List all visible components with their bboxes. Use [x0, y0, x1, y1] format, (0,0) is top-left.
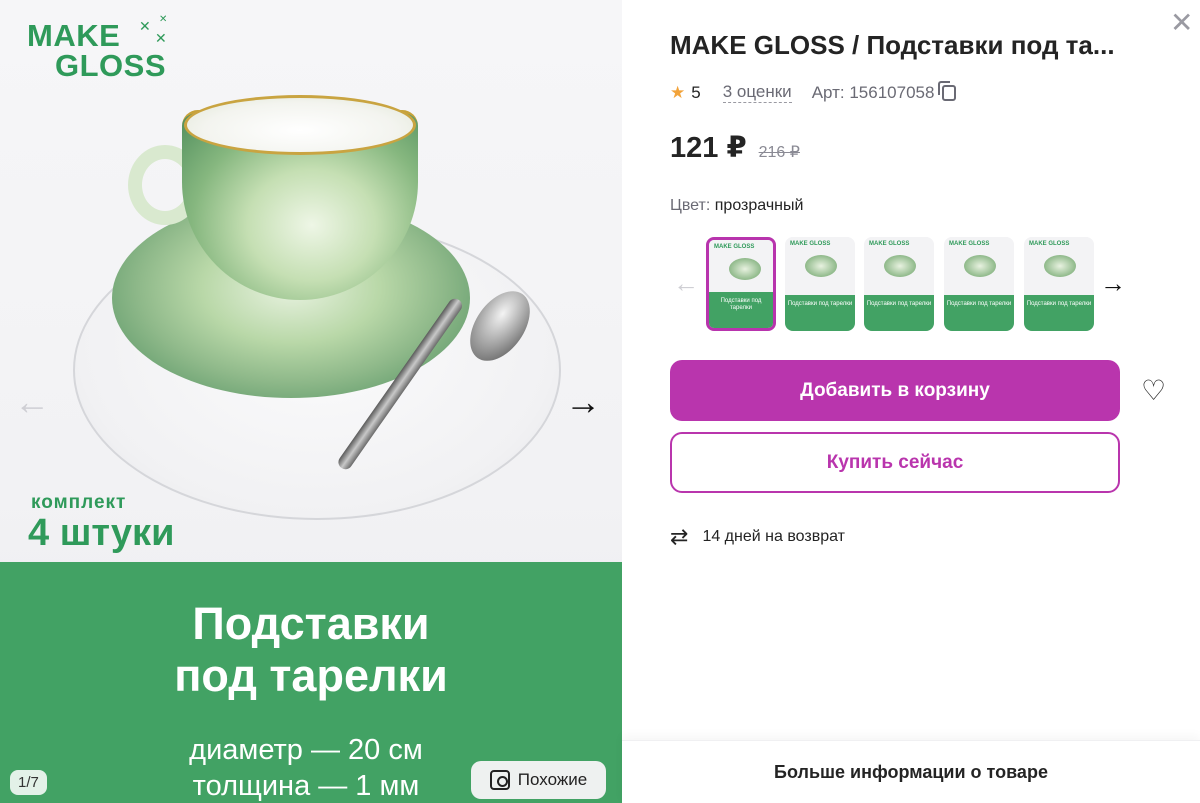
color-value: прозрачный — [714, 197, 804, 214]
thumbs-prev-arrow-icon[interactable]: ← — [673, 268, 699, 299]
kit-label: комплект — [31, 492, 127, 513]
variant-thumbnail[interactable]: MAKE GLOSS Подставки под тарелки — [944, 237, 1014, 331]
band-title: Подставки под тарелки — [174, 598, 448, 701]
price-row: 121 ₽ 216 ₽ — [670, 130, 800, 165]
copy-icon[interactable] — [938, 80, 957, 101]
sparkle-icon: ✕ — [139, 18, 151, 34]
thumbnail-cup-illustration — [1044, 255, 1076, 277]
favorite-heart-icon[interactable]: ♡ — [1141, 374, 1166, 407]
kit-count: 4 штуки — [28, 512, 175, 554]
star-icon: ★ — [670, 82, 686, 102]
similar-button[interactable]: Похожие — [471, 761, 606, 799]
return-policy-label: 14 дней на возврат — [702, 528, 845, 545]
sparkle-icon: ✕ — [155, 30, 167, 46]
search-image-icon — [489, 770, 510, 790]
rating-row: ★ 5 3 оценки Арт: 156107058 — [670, 80, 957, 103]
color-label: Цвет: — [670, 197, 711, 214]
thumbnail-cup-illustration — [884, 255, 916, 277]
return-arrows-icon: ⇄ — [670, 524, 689, 549]
similar-button-label: Похожие — [517, 770, 588, 789]
variant-thumbnail[interactable]: MAKE GLOSS Подставки под тарелки — [785, 237, 855, 331]
thumbnail-cup-illustration — [964, 255, 996, 277]
variant-thumbnail[interactable]: MAKE GLOSS Подставки под тарелки — [864, 237, 934, 331]
image-counter: 1/7 — [10, 770, 47, 795]
thumbs-next-arrow-icon[interactable]: → — [1100, 268, 1126, 299]
return-policy: ⇄ 14 дней на возврат — [670, 524, 845, 550]
cup-rim-illustration — [184, 95, 416, 155]
thumbnail-cup-illustration — [729, 258, 761, 280]
product-photo: MAKE GLOSS ✕ ✕ ✕ комплект 4 штуки — [0, 0, 622, 562]
article-number: Арт: 156107058 — [811, 82, 935, 102]
product-info-panel: ✕ MAKE GLOSS / Подставки под та... ★ 5 3… — [622, 0, 1200, 803]
buy-now-button[interactable]: Купить сейчас — [670, 432, 1120, 493]
old-price: 216 ₽ — [758, 144, 800, 161]
rating-value: 5 — [691, 82, 701, 102]
current-price: 121 ₽ — [670, 132, 747, 164]
product-gallery[interactable]: MAKE GLOSS ✕ ✕ ✕ комплект 4 штуки Подста… — [0, 0, 622, 803]
color-row: Цвет: прозрачный — [670, 197, 803, 215]
more-info-button[interactable]: Больше информации о товаре — [622, 740, 1200, 803]
close-icon[interactable]: ✕ — [1170, 6, 1193, 39]
add-to-cart-button[interactable]: Добавить в корзину — [670, 360, 1120, 421]
reviews-link[interactable]: 3 оценки — [722, 82, 792, 103]
variant-thumbnail[interactable]: MAKE GLOSS Подставки под тарелки — [1024, 237, 1094, 331]
product-title: MAKE GLOSS / Подставки под та... — [670, 30, 1115, 60]
variant-thumbnail[interactable]: MAKE GLOSS Подставки под тарелки — [706, 237, 776, 331]
gallery-next-arrow-icon[interactable]: → — [565, 384, 601, 420]
thumbnail-cup-illustration — [805, 255, 837, 277]
brand-logo: MAKE GLOSS ✕ ✕ ✕ — [27, 14, 168, 83]
gallery-prev-arrow-icon[interactable]: ← — [14, 384, 50, 420]
sparkle-icon: ✕ — [159, 14, 168, 25]
